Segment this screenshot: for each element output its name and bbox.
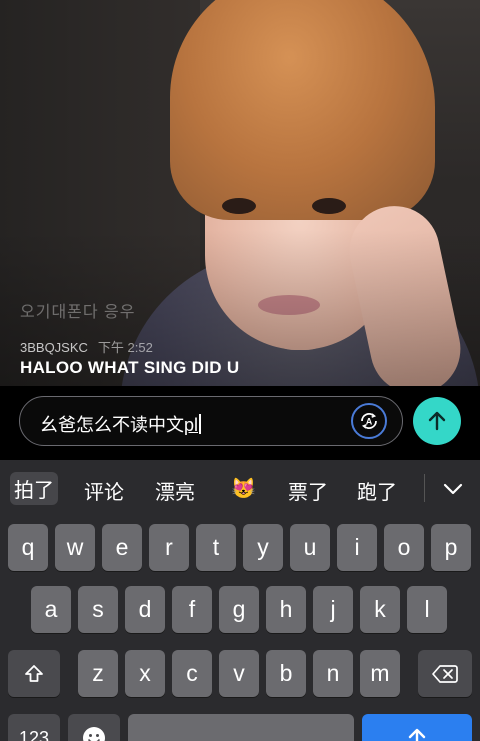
hair <box>170 0 435 220</box>
key-label: i <box>354 534 360 560</box>
emoji-icon <box>83 726 105 741</box>
key-w[interactable]: w <box>55 524 95 571</box>
backspace-icon <box>432 664 458 683</box>
chat-previous-message: 오기대폰다 응우 <box>20 304 136 321</box>
key-a[interactable]: a <box>31 586 71 633</box>
key-m[interactable]: m <box>360 650 400 697</box>
candidate-bar: 拍了 评论 漂亮 😻 票了 跑了 <box>0 460 480 516</box>
key-l[interactable]: l <box>407 586 447 633</box>
key-label: g <box>232 596 246 622</box>
key-label: k <box>374 596 386 622</box>
key-label: u <box>303 534 317 560</box>
translate-icon: A <box>361 413 377 429</box>
key-label: a <box>44 596 58 622</box>
committed-text: 幺爸怎么不读中文 <box>40 415 184 435</box>
key-r[interactable]: r <box>149 524 189 571</box>
key-label: w <box>66 534 84 560</box>
chat-meta: 3BBQJSKC 下午 2:52 <box>20 337 153 356</box>
key-label: e <box>115 534 129 560</box>
key-label: d <box>138 596 152 622</box>
ios-keyboard: 拍了 评论 漂亮 😻 票了 跑了 q w e r t y u i o p a s… <box>0 460 480 741</box>
key-label: 123 <box>18 727 50 741</box>
key-label: t <box>212 534 220 560</box>
key-label: f <box>188 596 196 622</box>
key-o[interactable]: o <box>384 524 424 571</box>
emoji-key[interactable] <box>68 714 120 741</box>
composing-text: pl <box>184 415 199 435</box>
key-label: o <box>397 534 411 560</box>
key-label: r <box>165 534 173 560</box>
chat-message: HALOO WHAT SING DID U <box>20 358 240 377</box>
key-k[interactable]: k <box>360 586 400 633</box>
key-label: s <box>92 596 104 622</box>
key-s[interactable]: s <box>78 586 118 633</box>
key-label: b <box>279 660 293 686</box>
left-eye <box>222 198 256 214</box>
send-arrow-icon <box>428 411 446 431</box>
shift-icon <box>25 664 43 682</box>
key-label: l <box>424 596 430 622</box>
send-button[interactable] <box>413 397 461 445</box>
svg-text:A: A <box>366 417 373 427</box>
key-label: q <box>21 534 35 560</box>
key-x[interactable]: x <box>125 650 165 697</box>
chat-timestamp: 下午 2:52 <box>97 340 153 355</box>
key-label: j <box>330 596 336 622</box>
chevron-down-icon[interactable] <box>440 476 466 502</box>
comment-input-text: 幺爸怎么不读中文pl <box>40 411 202 437</box>
key-p[interactable]: p <box>431 524 471 571</box>
key-label: x <box>139 660 151 686</box>
key-h[interactable]: h <box>266 586 306 633</box>
candidate-item[interactable]: 拍了 <box>10 472 58 505</box>
key-q[interactable]: q <box>8 524 48 571</box>
key-e[interactable]: e <box>102 524 142 571</box>
key-v[interactable]: v <box>219 650 259 697</box>
key-f[interactable]: f <box>172 586 212 633</box>
key-y[interactable]: y <box>243 524 283 571</box>
text-caret <box>199 414 202 434</box>
key-label: m <box>370 660 390 686</box>
key-b[interactable]: b <box>266 650 306 697</box>
key-label: c <box>186 660 198 686</box>
candidate-item[interactable]: 票了 <box>288 476 328 505</box>
key-label: h <box>279 596 293 622</box>
candidate-item[interactable]: 跑了 <box>357 476 397 505</box>
key-label: n <box>326 660 340 686</box>
key-label: p <box>444 534 458 560</box>
key-t[interactable]: t <box>196 524 236 571</box>
live-stream-screen: { "chat": { "faded_line": "오기대폰다 응우", "u… <box>0 0 480 741</box>
key-g[interactable]: g <box>219 586 259 633</box>
key-label: y <box>257 534 269 560</box>
return-key[interactable] <box>362 714 472 741</box>
key-d[interactable]: d <box>125 586 165 633</box>
right-eye <box>312 198 346 214</box>
key-u[interactable]: u <box>290 524 330 571</box>
key-label: z <box>92 660 104 686</box>
key-n[interactable]: n <box>313 650 353 697</box>
key-label: v <box>233 660 245 686</box>
space-key[interactable] <box>128 714 354 741</box>
key-i[interactable]: i <box>337 524 377 571</box>
key-c[interactable]: c <box>172 650 212 697</box>
key-j[interactable]: j <box>313 586 353 633</box>
candidate-item[interactable]: 漂亮 <box>155 476 195 505</box>
candidate-item[interactable]: 评论 <box>84 476 124 505</box>
translate-button[interactable]: A <box>351 403 387 439</box>
return-arrow-icon <box>408 728 426 741</box>
comment-input-bar: 幺爸怎么不读中文pl A <box>0 386 480 460</box>
candidate-divider <box>424 474 425 502</box>
numbers-key[interactable]: 123 <box>8 714 60 741</box>
key-z[interactable]: z <box>78 650 118 697</box>
backspace-key[interactable] <box>418 650 472 697</box>
chat-username[interactable]: 3BBQJSKC <box>20 340 88 355</box>
candidate-emoji[interactable]: 😻 <box>231 476 256 501</box>
shift-key[interactable] <box>8 650 60 697</box>
comment-input[interactable]: 幺爸怎么不读中文pl A <box>19 396 403 446</box>
